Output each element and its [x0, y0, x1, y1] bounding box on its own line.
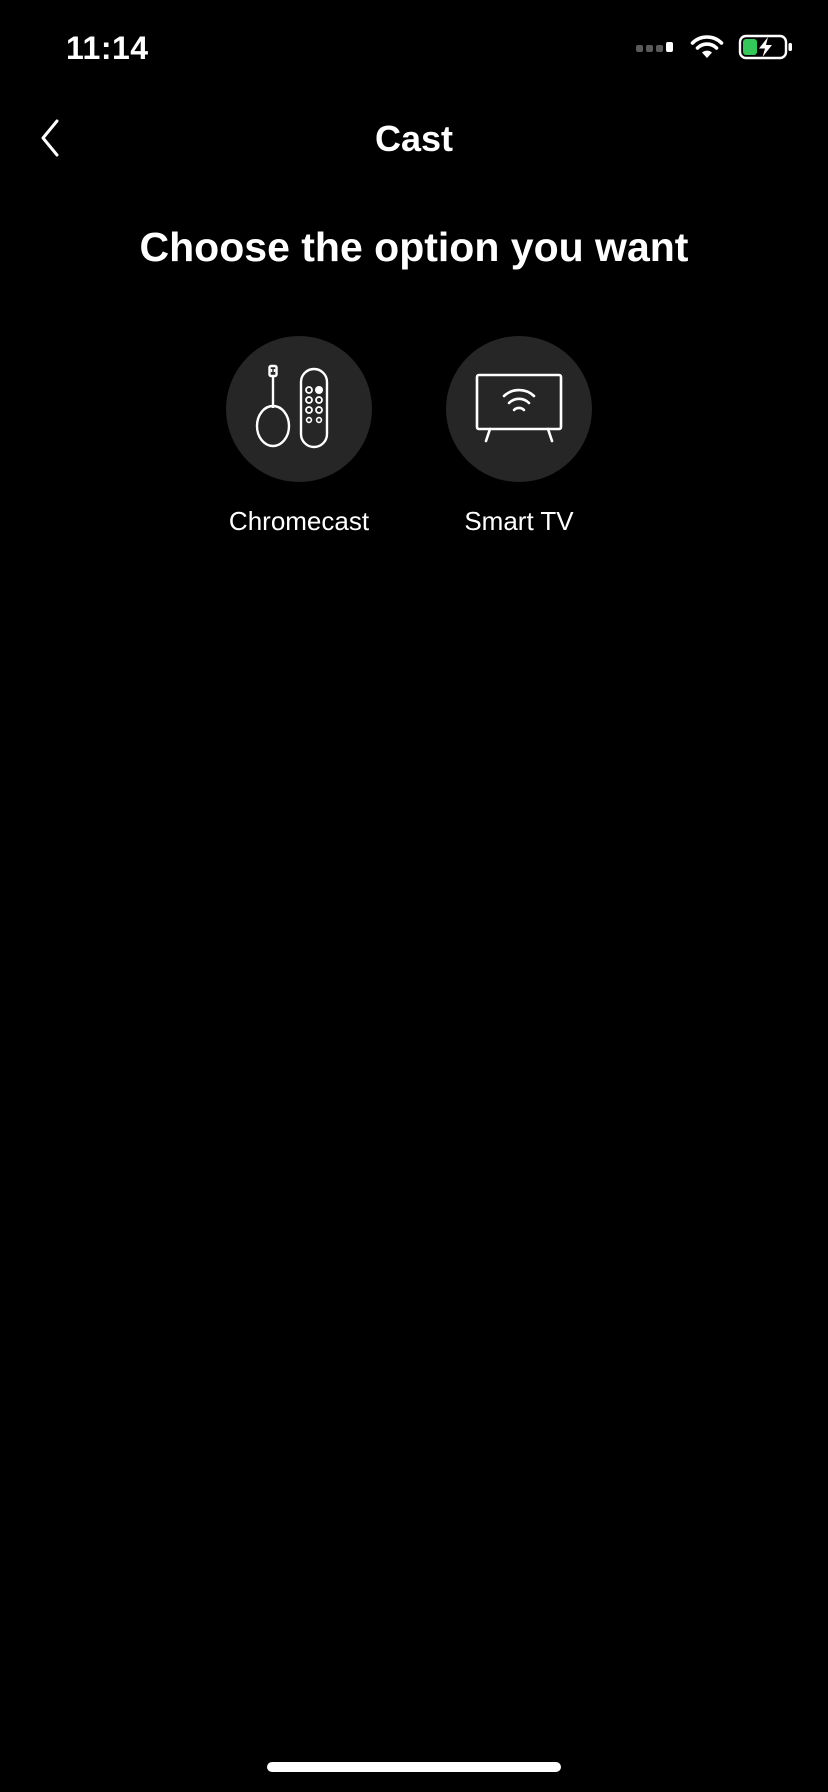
- option-label-smart-tv: Smart TV: [464, 506, 574, 536]
- smart-tv-option-circle[interactable]: [446, 336, 592, 482]
- option-chromecast[interactable]: Chromecast: [189, 336, 409, 537]
- page-title: Cast: [374, 118, 454, 159]
- cast-options: Chromecast Smart TV: [0, 336, 828, 556]
- cellular-signal-icon: [636, 40, 676, 59]
- chromecast-option-circle[interactable]: [226, 336, 372, 482]
- status-time: 11:14: [66, 30, 149, 66]
- status-bar: 11:14: [0, 0, 828, 100]
- status-icons: [636, 34, 794, 64]
- option-label-chromecast: Chromecast: [228, 506, 370, 536]
- home-indicator[interactable]: [267, 1762, 561, 1772]
- nav-bar: Cast: [0, 100, 828, 180]
- smart-tv-icon: [474, 371, 564, 448]
- chromecast-remote-icon: [254, 362, 344, 457]
- battery-charging-icon: [738, 33, 794, 66]
- wifi-icon: [690, 34, 724, 65]
- choose-option-heading: Choose the option you want: [139, 224, 689, 270]
- option-smart-tv[interactable]: Smart TV: [409, 336, 629, 537]
